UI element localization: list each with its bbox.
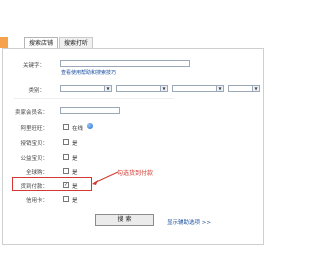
xinyongka-checkbox[interactable] xyxy=(63,196,69,202)
highlight-box xyxy=(12,177,92,191)
keyword-label: 关键字： xyxy=(22,63,45,69)
show-more-options-link[interactable]: 显示辅助选项 >> xyxy=(167,218,211,226)
annotation-arrow xyxy=(92,171,119,185)
category-select-4[interactable]: ▼ xyxy=(228,85,260,92)
search-button[interactable]: 搜 索 xyxy=(95,214,154,226)
chevron-down-icon: ▼ xyxy=(252,86,259,91)
gongyi-label: 公益宝贝： xyxy=(20,156,48,162)
divider xyxy=(14,98,174,99)
aliwangwang-checkbox[interactable] xyxy=(63,124,69,130)
seller-input[interactable] xyxy=(60,107,120,114)
xinyongka-label: 信用卡： xyxy=(25,198,48,204)
quanqiugou-label: 全球购： xyxy=(25,170,48,176)
xiaobao-label: 授销宝贝： xyxy=(20,141,48,147)
aliwangwang-online-text: 在线 xyxy=(72,126,84,132)
tab-stub xyxy=(0,37,8,48)
gongyi-yes-text: 是 xyxy=(72,156,78,162)
quanqiugou-checkbox[interactable] xyxy=(63,168,69,174)
chevron-down-icon: ▼ xyxy=(104,86,111,91)
category-select-3[interactable]: ▼ xyxy=(172,85,224,92)
category-select-2[interactable]: ▼ xyxy=(116,85,168,92)
chevron-down-icon: ▼ xyxy=(160,86,167,91)
chevron-down-icon: ▼ xyxy=(216,86,223,91)
keyword-input[interactable] xyxy=(60,60,190,67)
xiaobao-yes-text: 是 xyxy=(72,141,78,147)
search-tips-link[interactable]: 查看使用帮助和搜索技巧 xyxy=(61,69,116,76)
quanqiugou-yes-text: 是 xyxy=(72,170,78,176)
annotation-text: 勾选货到付款 xyxy=(117,170,154,177)
tab-search-ask[interactable]: 搜索打听 xyxy=(59,37,93,48)
gongyi-checkbox[interactable] xyxy=(63,154,69,160)
xiaobao-checkbox[interactable] xyxy=(63,139,69,145)
tab-search-shop[interactable]: 搜索店铺 xyxy=(24,37,58,48)
seller-label: 卖家会员名： xyxy=(14,110,48,116)
xinyongka-yes-text: 是 xyxy=(72,198,78,204)
aliwangwang-label: 阿里旺旺： xyxy=(20,126,48,132)
category-select-1[interactable]: ▼ xyxy=(60,85,112,92)
wangwang-online-icon xyxy=(87,123,93,129)
category-label: 类别： xyxy=(28,88,45,94)
